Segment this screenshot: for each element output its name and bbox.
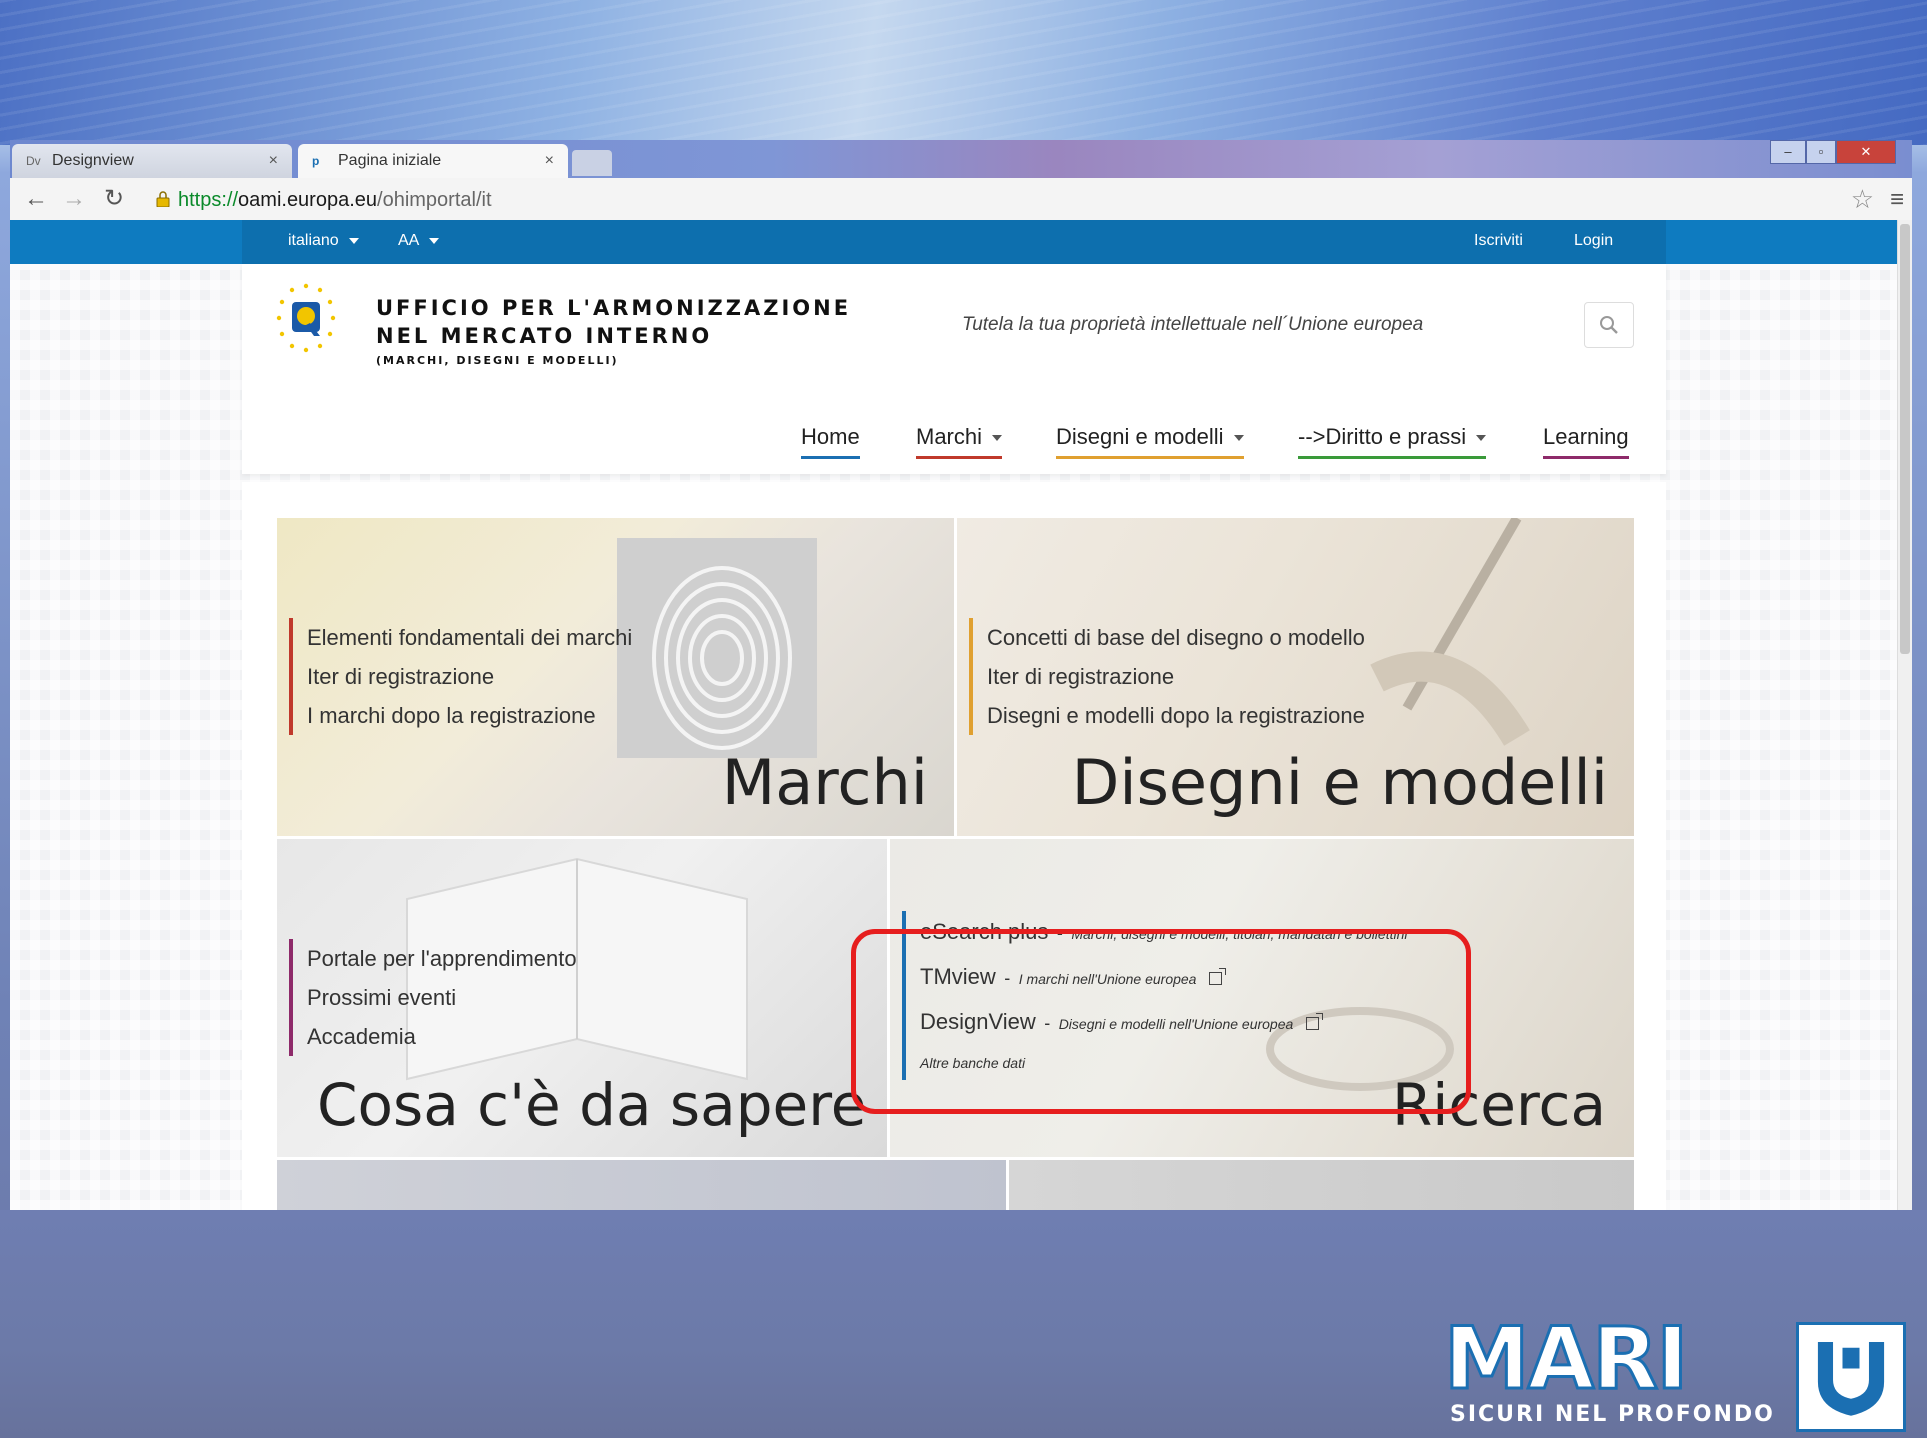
nav-disegni-modelli[interactable]: Disegni e modelli	[1056, 424, 1244, 459]
marchi-links: Elementi fondamentali dei marchi Iter di…	[289, 618, 632, 735]
tile-title-cosa-sapere: Cosa c'è da sapere	[317, 1071, 867, 1139]
nav-marchi[interactable]: Marchi	[916, 424, 1003, 459]
chevron-down-icon	[992, 435, 1003, 442]
scrollbar[interactable]	[1897, 220, 1912, 1210]
chevron-down-icon	[429, 237, 440, 244]
marchi-link[interactable]: I marchi dopo la registrazione	[307, 696, 632, 735]
scrollbar-thumb[interactable]	[1900, 224, 1910, 654]
fingerprint-image	[617, 538, 817, 758]
browser-tab-designview[interactable]: Dv Designview ×	[12, 144, 292, 178]
sapere-links: Portale per l'apprendimento Prossimi eve…	[289, 939, 577, 1056]
address-bar: ← → ↻ https://oami.europa.eu/ohimportal/…	[10, 178, 1912, 221]
chevron-down-icon	[1233, 435, 1244, 442]
forward-icon[interactable]: →	[62, 186, 86, 212]
tagline: Tutela la tua proprietà intellettuale ne…	[962, 314, 1424, 335]
close-window-button[interactable]: ✕	[1836, 140, 1896, 164]
tile-partial-left[interactable]	[277, 1160, 1006, 1210]
org-name-line3: (MARCHI, DISEGNI E MODELLI)	[376, 354, 619, 367]
main-nav: Home Marchi Disegni e modelli -->Diritto…	[242, 424, 1666, 474]
tab-title: Designview	[52, 152, 134, 169]
window-controls: – ▫ ✕	[1770, 140, 1896, 164]
font-size-selector[interactable]: AA	[398, 232, 440, 250]
disegni-link[interactable]: Iter di registrazione	[987, 657, 1365, 696]
ohim-logo-icon[interactable]	[270, 280, 342, 360]
disegni-link[interactable]: Concetti di base del disegno o modello	[987, 618, 1365, 657]
back-icon[interactable]: ←	[24, 186, 48, 212]
tab-title: Pagina iniziale	[338, 152, 442, 169]
close-tab-icon[interactable]: ×	[545, 152, 554, 170]
sapere-link[interactable]: Portale per l'apprendimento	[307, 939, 577, 978]
marchi-link[interactable]: Elementi fondamentali dei marchi	[307, 618, 632, 657]
chevron-down-icon	[1476, 435, 1487, 442]
disegni-link[interactable]: Disegni e modelli dopo la registrazione	[987, 696, 1365, 735]
register-link[interactable]: Iscriviti	[1474, 232, 1523, 250]
tile-title-disegni-modelli: Disegni e modelli	[1071, 746, 1608, 819]
utility-bar: italiano AA Iscriviti Login	[10, 220, 1898, 264]
org-name-line1: UFFICIO PER L'ARMONIZZAZIONE	[376, 296, 852, 320]
star-icon[interactable]: ☆	[1851, 184, 1874, 215]
tile-disegni-modelli[interactable]: Concetti di base del disegno o modello I…	[957, 518, 1634, 836]
tile-title-marchi: Marchi	[721, 746, 928, 819]
menu-icon[interactable]: ≡	[1890, 186, 1904, 214]
new-tab-button[interactable]	[572, 150, 612, 176]
mari-logo: MARI SICURI NEL PROFONDO	[1444, 1322, 1914, 1434]
nav-learning[interactable]: Learning	[1543, 424, 1629, 459]
browser-tab-pagina-iniziale[interactable]: p Pagina iniziale ×	[298, 144, 568, 178]
tile-partial-right[interactable]	[1009, 1160, 1634, 1210]
background-sky	[0, 0, 1927, 145]
language-selector[interactable]: italiano	[288, 232, 359, 250]
maximize-button[interactable]: ▫	[1806, 140, 1836, 164]
sapere-link[interactable]: Prossimi eventi	[307, 978, 577, 1017]
marchi-link[interactable]: Iter di registrazione	[307, 657, 632, 696]
reload-icon[interactable]: ↻	[104, 186, 124, 212]
url-field[interactable]: https://oami.europa.eu/ohimportal/it	[178, 187, 492, 213]
trident-logo-icon	[1796, 1322, 1906, 1432]
tile-marchi[interactable]: Elementi fondamentali dei marchi Iter di…	[277, 518, 954, 836]
nav-diritto-prassi[interactable]: -->Diritto e prassi	[1298, 424, 1487, 459]
search-button[interactable]	[1584, 302, 1634, 348]
browser-titlebar: Dv Designview × p Pagina iniziale × – ▫ …	[10, 140, 1912, 178]
disegni-links: Concetti di base del disegno o modello I…	[969, 618, 1365, 735]
sapere-link[interactable]: Accademia	[307, 1017, 577, 1056]
svg-text:MARI: MARI	[1444, 1322, 1686, 1396]
close-tab-icon[interactable]: ×	[269, 152, 278, 170]
nav-home[interactable]: Home	[801, 424, 860, 459]
login-link[interactable]: Login	[1574, 232, 1613, 250]
mari-slogan: SICURI NEL PROFONDO	[1450, 1402, 1775, 1427]
mari-wordmark-icon: MARI	[1444, 1322, 1690, 1396]
site-header: UFFICIO PER L'ARMONIZZAZIONE NEL MERCATO…	[242, 264, 1666, 474]
lock-icon	[156, 191, 170, 207]
org-name-line2: NEL MERCATO INTERNO	[376, 324, 713, 348]
search-icon	[1600, 316, 1618, 334]
tile-cosa-sapere[interactable]: Portale per l'apprendimento Prossimi eve…	[277, 839, 887, 1157]
ohim-favicon-icon: p	[312, 154, 320, 168]
minimize-button[interactable]: –	[1770, 140, 1806, 164]
red-highlight-annotation	[851, 929, 1471, 1114]
designview-favicon-icon: Dv	[26, 154, 41, 168]
chevron-down-icon	[348, 237, 359, 244]
